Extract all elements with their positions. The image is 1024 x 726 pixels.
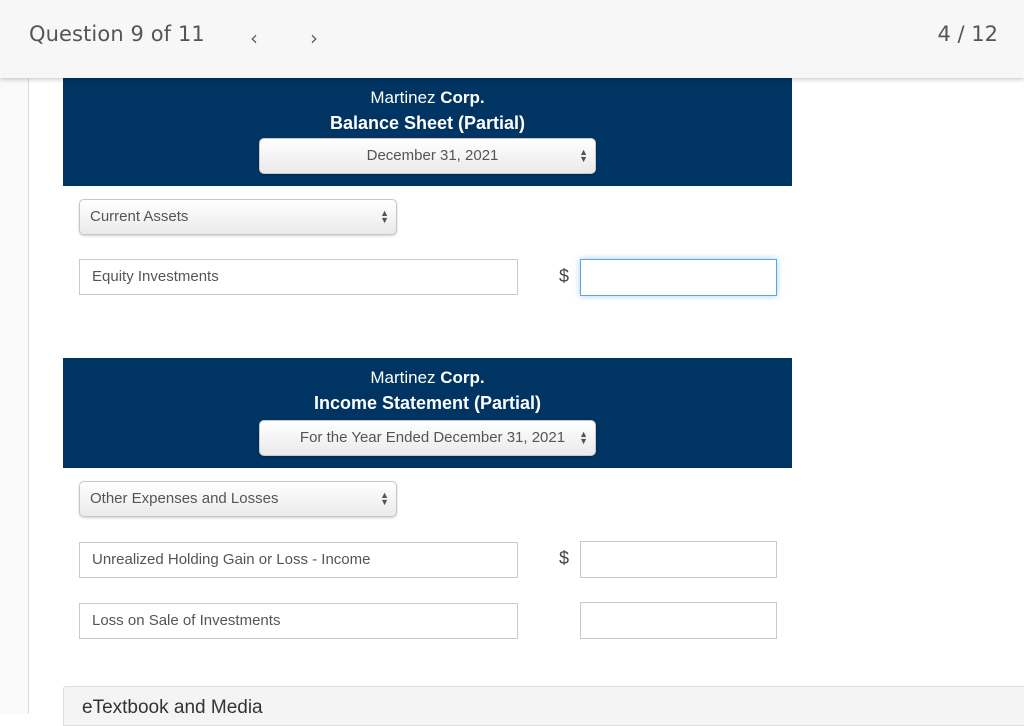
select-arrows-icon: ▲ ▼ — [380, 208, 389, 225]
company-name-regular: Martinez — [370, 368, 441, 387]
etextbook-panel[interactable]: eTextbook and Media — [63, 686, 1024, 726]
income-statement-date-select[interactable]: For the Year Ended December 31, 2021 ▲ ▼ — [259, 420, 596, 456]
page-counter: 4 / 12 — [937, 22, 998, 46]
company-name-regular: Martinez — [370, 88, 441, 107]
left-rail — [0, 78, 29, 714]
income-statement-section-select[interactable]: Other Expenses and Losses ▲ ▼ — [79, 481, 397, 517]
amount-input[interactable] — [580, 602, 777, 639]
top-bar: Question 9 of 11 ‹ › 4 / 12 — [0, 0, 1024, 78]
income-statement-header: Martinez Corp. Income Statement (Partial… — [63, 358, 792, 468]
amount-input[interactable] — [580, 541, 777, 578]
chevron-right-icon: › — [310, 26, 318, 50]
account-name-input[interactable]: Loss on Sale of Investments — [79, 603, 518, 639]
balance-sheet-date-select[interactable]: December 31, 2021 ▲ ▼ — [259, 138, 596, 174]
previous-question-button[interactable]: ‹ — [242, 24, 266, 52]
question-counter: Question 9 of 11 — [29, 22, 205, 46]
select-value: Other Expenses and Losses — [90, 490, 279, 507]
company-name: Martinez Corp. — [63, 87, 792, 109]
etextbook-label: eTextbook and Media — [82, 697, 263, 718]
balance-sheet-header: Martinez Corp. Balance Sheet (Partial) D… — [63, 78, 792, 186]
amount-input[interactable] — [580, 259, 777, 296]
chevron-left-icon: ‹ — [250, 26, 258, 50]
account-name-input[interactable]: Equity Investments — [79, 259, 518, 295]
company-name-bold: Corp. — [440, 88, 485, 107]
select-value: Current Assets — [90, 208, 189, 225]
select-arrows-icon: ▲ ▼ — [380, 490, 389, 507]
statement-title: Income Statement (Partial) — [313, 393, 542, 413]
company-name-bold: Corp. — [440, 368, 485, 387]
next-question-button[interactable]: › — [302, 24, 326, 52]
company-name: Martinez Corp. — [63, 367, 792, 389]
dollar-sign: $ — [559, 548, 570, 568]
select-arrows-icon: ▲ ▼ — [579, 429, 588, 446]
statement-title: Balance Sheet (Partial) — [329, 113, 526, 133]
select-value: For the Year Ended December 31, 2021 — [299, 429, 566, 446]
select-arrows-icon: ▲ ▼ — [579, 147, 588, 164]
account-name-input[interactable]: Unrealized Holding Gain or Loss - Income — [79, 542, 518, 578]
select-value: December 31, 2021 — [366, 147, 499, 164]
dollar-sign: $ — [559, 266, 570, 286]
balance-sheet-section-select[interactable]: Current Assets ▲ ▼ — [79, 199, 397, 235]
